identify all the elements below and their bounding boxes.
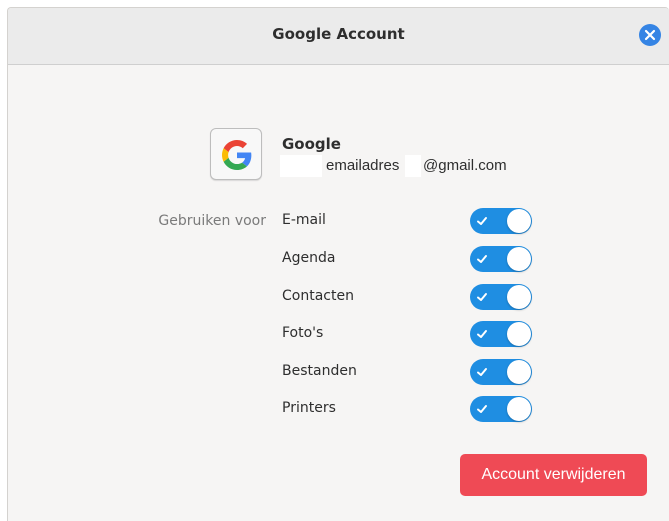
- remove-account-button[interactable]: Account verwijderen: [460, 454, 647, 496]
- provider-name: Google: [282, 135, 341, 153]
- title-bar: Google Account: [8, 8, 669, 65]
- check-icon: [477, 217, 487, 225]
- redacted-area: [405, 155, 421, 177]
- service-row-photos: Foto's: [282, 319, 542, 349]
- service-label: Bestanden: [282, 363, 357, 379]
- use-for-label: Gebruiken voor: [158, 213, 266, 229]
- redacted-area: [280, 155, 322, 177]
- email-domain: @gmail.com: [423, 157, 507, 174]
- check-icon: [477, 330, 487, 338]
- check-icon: [477, 255, 487, 263]
- toggle-knob: [507, 360, 531, 384]
- service-row-files: Bestanden: [282, 357, 542, 387]
- check-icon: [477, 368, 487, 376]
- agenda-toggle[interactable]: [470, 246, 532, 272]
- toggle-knob: [507, 397, 531, 421]
- files-toggle[interactable]: [470, 359, 532, 385]
- service-label: Foto's: [282, 325, 324, 341]
- toggle-knob: [507, 285, 531, 309]
- dialog-title: Google Account: [272, 25, 405, 43]
- google-logo-icon: [222, 140, 252, 170]
- service-label: Contacten: [282, 288, 354, 304]
- service-row-contacts: Contacten: [282, 282, 542, 312]
- service-row-agenda: Agenda: [282, 244, 542, 274]
- contacts-toggle[interactable]: [470, 284, 532, 310]
- service-row-email: E-mail: [282, 206, 542, 236]
- toggle-knob: [507, 209, 531, 233]
- service-label: E-mail: [282, 212, 326, 228]
- service-row-printers: Printers: [282, 394, 542, 424]
- email-toggle[interactable]: [470, 208, 532, 234]
- close-icon: [644, 29, 656, 41]
- photos-toggle[interactable]: [470, 321, 532, 347]
- toggle-knob: [507, 322, 531, 346]
- provider-logo: [210, 128, 262, 180]
- check-icon: [477, 293, 487, 301]
- printers-toggle[interactable]: [470, 396, 532, 422]
- email-user: emailadres: [326, 157, 400, 174]
- service-label: Printers: [282, 400, 336, 416]
- service-label: Agenda: [282, 250, 336, 266]
- account-email: emailadres @gmail.com: [280, 155, 540, 177]
- close-button[interactable]: [639, 24, 661, 46]
- toggle-knob: [507, 247, 531, 271]
- check-icon: [477, 405, 487, 413]
- account-dialog: Google Account Google emailadres @gmail.…: [7, 7, 669, 521]
